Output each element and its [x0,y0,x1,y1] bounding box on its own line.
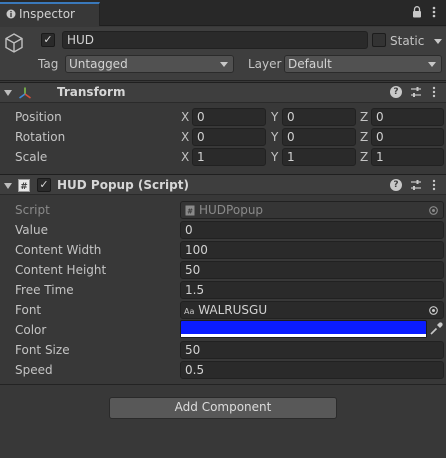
value-field[interactable]: 0 [180,221,444,239]
font-size-field[interactable]: 50 [180,341,444,359]
kebab-menu-icon[interactable] [432,179,436,191]
kebab-menu-icon[interactable] [432,86,436,98]
eyedropper-icon[interactable] [429,322,443,336]
axis-x-label: X [181,130,190,144]
color-alpha-bar [181,334,426,337]
component-divider [0,384,446,385]
scale-z-field[interactable]: 1 [371,148,444,166]
position-y-field[interactable]: 0 [282,108,356,126]
tab-label: Inspector [19,7,75,21]
active-checkbox[interactable]: ✓ [41,33,55,47]
svg-text:#: # [187,208,193,216]
object-picker-icon[interactable] [429,306,438,315]
script-label: Script [15,203,50,217]
rotation-z-field[interactable]: 0 [371,128,444,146]
layer-dropdown[interactable]: Default [284,55,442,73]
chevron-down-icon [220,62,228,67]
layer-value: Default [288,57,332,71]
presets-icon[interactable] [410,179,422,191]
chevron-down-icon [428,62,436,67]
axis-x-label: X [181,110,190,124]
free-time-label: Free Time [15,283,74,297]
rotation-x-field[interactable]: 0 [192,128,266,146]
help-icon[interactable]: ? [390,179,402,191]
kebab-menu-icon[interactable] [432,5,436,19]
rotation-y-field[interactable]: 0 [282,128,356,146]
help-icon[interactable]: ? [390,86,402,98]
value-label: Value [15,223,48,237]
cube-icon [5,33,23,53]
speed-field[interactable]: 0.5 [180,361,444,379]
axis-y-label: Y [271,110,279,124]
script-enabled-checkbox[interactable]: ✓ [37,178,51,192]
axis-z-label: Z [360,130,369,144]
foldout-arrow-icon[interactable] [4,90,12,96]
color-label: Color [15,323,47,337]
position-z-field[interactable]: 0 [371,108,444,126]
content-height-label: Content Height [15,263,107,277]
static-label: Static [390,34,425,48]
content-width-field[interactable]: 100 [180,241,444,259]
scale-x-field[interactable]: 1 [192,148,266,166]
position-label: Position [15,110,62,124]
tab-inspector[interactable]: Inspector [0,2,100,26]
font-value: WALRUSGU [198,303,268,317]
info-icon [6,9,16,19]
layer-label: Layer [248,57,282,71]
position-x-field[interactable]: 0 [192,108,266,126]
font-asset-icon: Aa [184,307,195,316]
tag-dropdown[interactable]: Untagged [65,55,234,73]
content-width-label: Content Width [15,243,102,257]
axis-z-label: Z [360,150,369,164]
script-asset-icon: # [185,205,195,216]
gameobject-name-field[interactable]: HUD [62,31,368,49]
free-time-field[interactable]: 1.5 [180,281,444,299]
rotation-label: Rotation [15,130,66,144]
script-icon: # [18,179,30,192]
add-component-button[interactable]: Add Component [109,397,337,419]
tag-value: Untagged [69,57,128,71]
foldout-arrow-icon[interactable] [4,183,12,189]
static-dropdown-arrow[interactable] [434,39,442,44]
svg-text:#: # [20,182,28,192]
lock-icon[interactable] [412,6,422,18]
axis-x-label: X [181,150,190,164]
scale-label: Scale [15,150,48,164]
script-value: HUDPopup [199,203,264,217]
script-object-field: # HUDPopup [180,201,444,219]
scale-y-field[interactable]: 1 [282,148,356,166]
transform-title: Transform [57,85,126,99]
content-height-field[interactable]: 50 [180,261,444,279]
font-label: Font [15,303,42,317]
tag-label: Tag [38,57,59,71]
font-object-field[interactable]: Aa WALRUSGU [180,301,444,319]
axis-y-label: Y [271,150,279,164]
font-size-label: Font Size [15,343,70,357]
static-checkbox[interactable] [372,33,386,47]
presets-icon[interactable] [410,86,422,98]
axis-z-label: Z [360,110,369,124]
script-component-title: HUD Popup (Script) [57,178,189,192]
object-picker-icon [429,206,438,215]
transform-axes-icon [19,87,31,99]
color-field[interactable] [180,320,427,338]
axis-y-label: Y [271,130,279,144]
speed-label: Speed [15,363,53,377]
